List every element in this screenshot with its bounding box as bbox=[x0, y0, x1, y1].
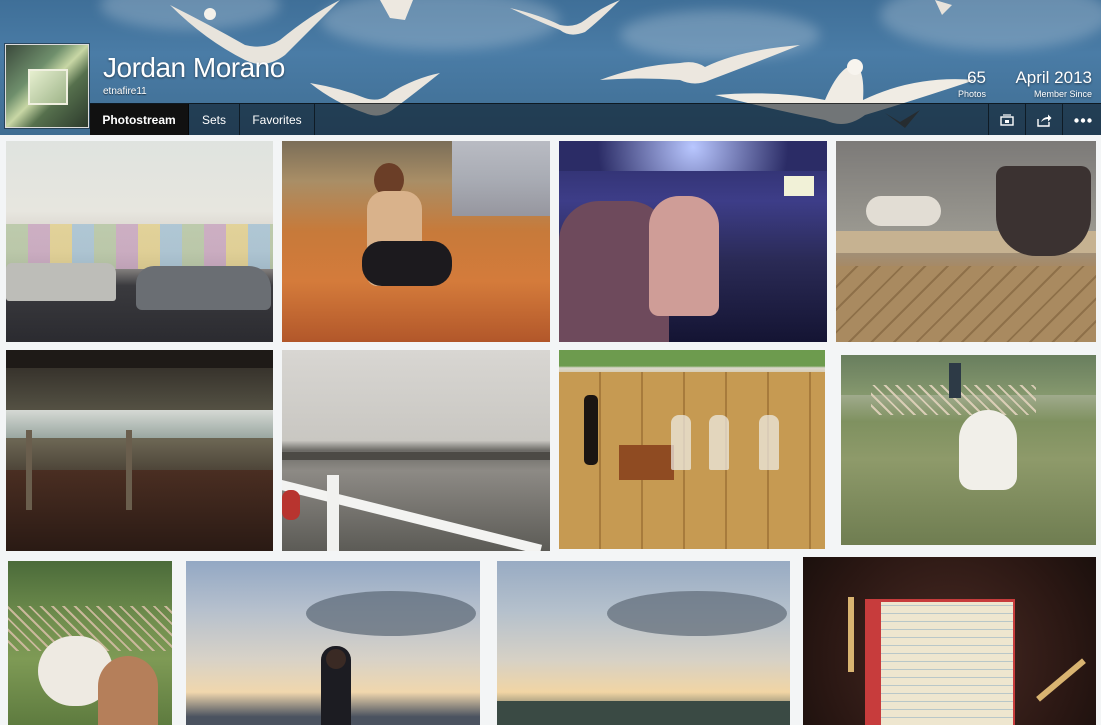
share-button[interactable] bbox=[1025, 104, 1062, 135]
more-button[interactable] bbox=[1062, 104, 1101, 135]
seagull-image bbox=[510, 0, 620, 35]
profile-name: Jordan Morano bbox=[103, 52, 285, 83]
seagull-image bbox=[935, 0, 952, 15]
more-icon bbox=[1073, 117, 1092, 123]
photo-scrabble-board[interactable] bbox=[803, 557, 1096, 725]
photos-count-stat[interactable]: 65 Photos bbox=[930, 68, 986, 99]
photo-bar-interior[interactable] bbox=[559, 141, 827, 342]
cover-photo: Jordan Morano etnafire11 65 Photos April… bbox=[0, 0, 1101, 135]
tab-sets[interactable]: Sets bbox=[189, 104, 240, 135]
photo-street-houses[interactable] bbox=[6, 141, 273, 342]
member-since-stat: April 2013 Member Since bbox=[1000, 68, 1092, 99]
slideshow-button[interactable] bbox=[988, 104, 1025, 135]
profile-username[interactable]: etnafire11 bbox=[103, 86, 147, 97]
share-icon bbox=[1036, 114, 1051, 127]
profile-nav-bar: Photostream Sets Favorites bbox=[90, 103, 1101, 135]
photo-dog-field[interactable] bbox=[841, 355, 1096, 545]
photo-river-railing[interactable] bbox=[282, 350, 550, 551]
member-since-date: April 2013 bbox=[1015, 68, 1092, 87]
member-since-label: Member Since bbox=[1033, 89, 1092, 99]
photos-label: Photos bbox=[957, 89, 986, 99]
photo-woman-sunset[interactable] bbox=[186, 561, 480, 725]
seagull-image bbox=[380, 0, 413, 20]
photo-sunset-landscape[interactable] bbox=[497, 561, 790, 725]
tab-photostream[interactable]: Photostream bbox=[90, 104, 189, 135]
photos-count: 65 bbox=[967, 68, 986, 87]
tab-favorites[interactable]: Favorites bbox=[240, 104, 315, 135]
slideshow-icon bbox=[1000, 114, 1014, 126]
photo-wine-table[interactable] bbox=[559, 350, 825, 549]
photo-autumn-leaves[interactable] bbox=[282, 141, 550, 342]
avatar[interactable] bbox=[5, 44, 89, 128]
photo-waterfront-bar[interactable] bbox=[6, 350, 273, 551]
photo-shell-deck[interactable] bbox=[836, 141, 1096, 342]
photo-selfie-dog[interactable] bbox=[8, 561, 172, 725]
